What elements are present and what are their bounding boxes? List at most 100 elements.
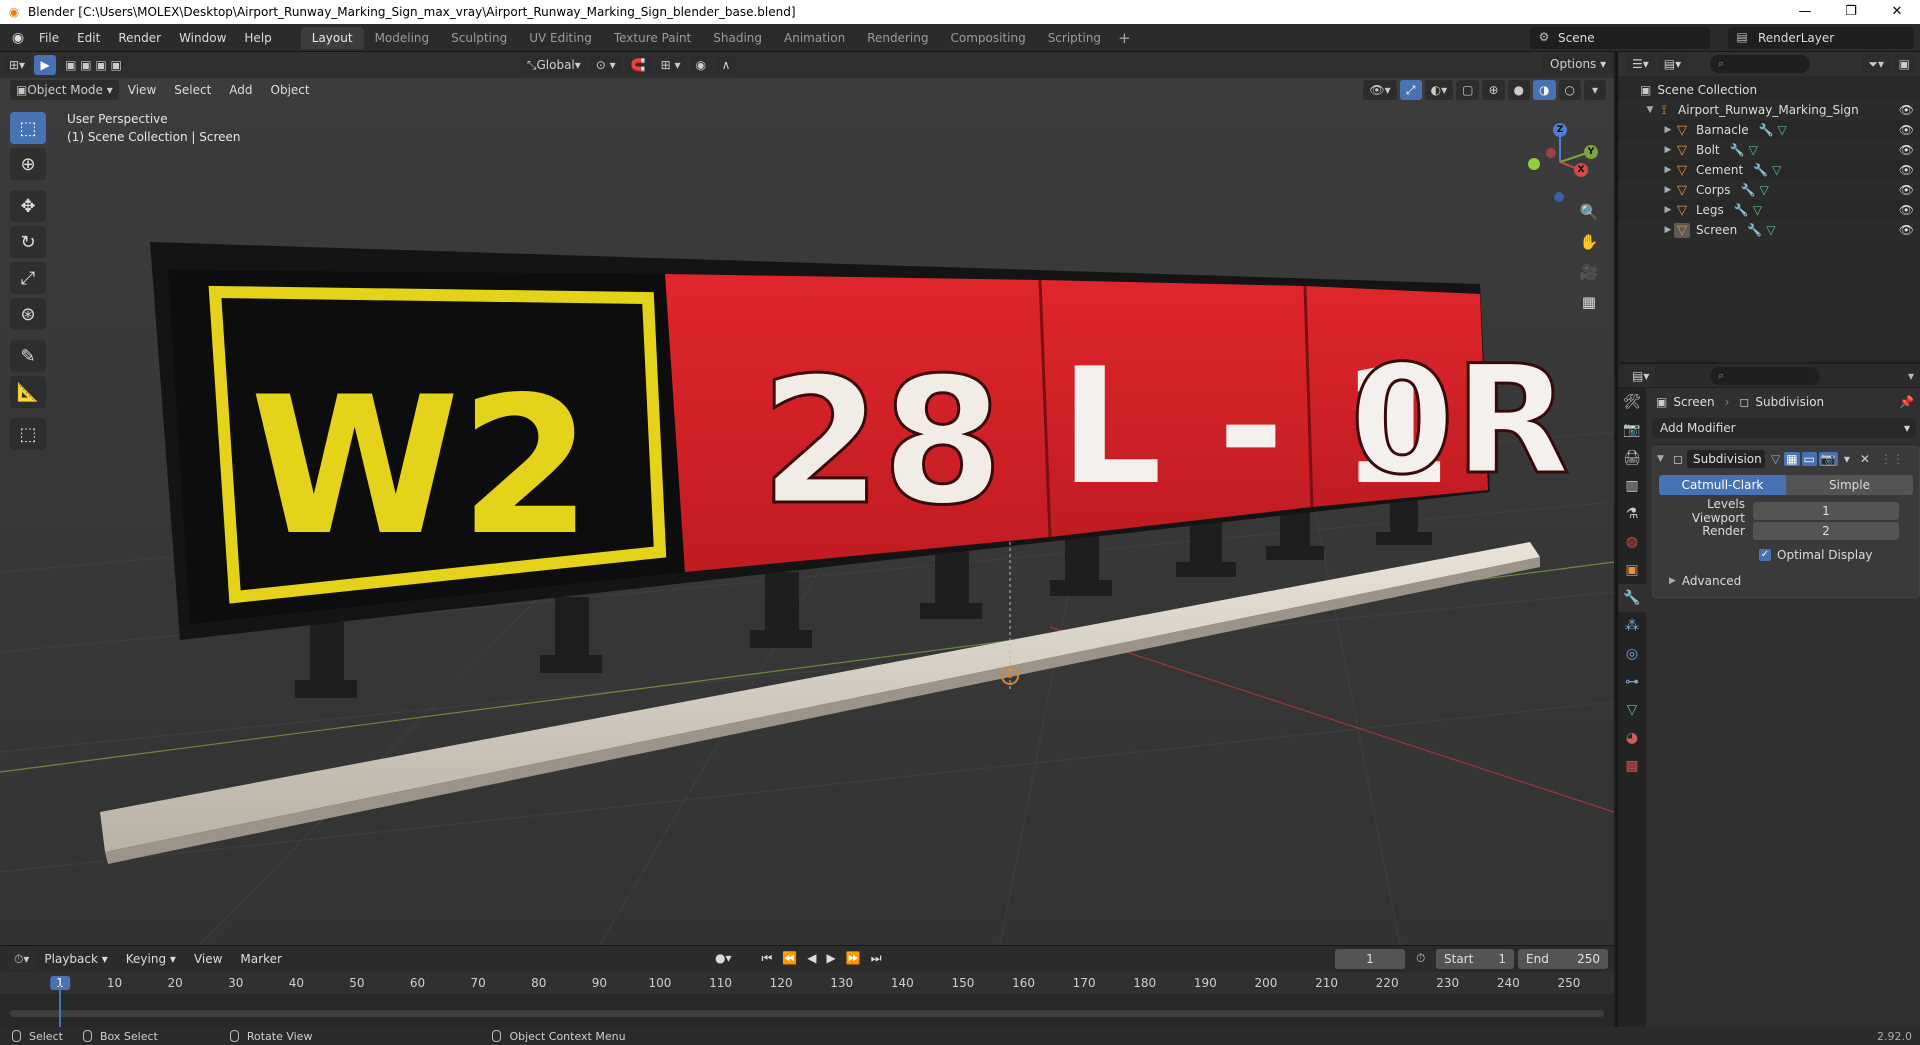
- timeline-menu-playback[interactable]: Playback ▾: [35, 952, 116, 966]
- jump-end-icon[interactable]: ⏭: [871, 951, 882, 966]
- constraints-properties-icon[interactable]: ⊶: [1618, 668, 1646, 696]
- material-shading-button[interactable]: ◑: [1533, 80, 1556, 100]
- modifier-wrench-icon[interactable]: 🔧: [1741, 183, 1756, 197]
- xray-toggle[interactable]: ▢: [1456, 80, 1480, 100]
- scene-name[interactable]: Scene: [1558, 31, 1595, 45]
- simple-button[interactable]: Simple: [1786, 475, 1913, 495]
- render-levels-field[interactable]: 2: [1753, 522, 1899, 540]
- advanced-subpanel-header[interactable]: ▶ Advanced: [1659, 571, 1913, 591]
- viewport-menu-view[interactable]: View: [119, 83, 165, 97]
- play-reverse-icon[interactable]: ◀: [807, 951, 816, 966]
- visibility-dropdown[interactable]: 👁▾: [1363, 80, 1397, 100]
- tab-compositing[interactable]: Compositing: [939, 27, 1036, 49]
- options-dropdown[interactable]: Options ▾: [1542, 54, 1614, 74]
- select-box-modes[interactable]: ▣ ▣ ▣ ▣: [59, 55, 128, 75]
- viewport-menu-object[interactable]: Object: [262, 83, 319, 97]
- particles-properties-icon[interactable]: ⁂: [1618, 612, 1646, 640]
- new-collection-icon[interactable]: ▣: [1892, 54, 1916, 74]
- outliner-row-screen[interactable]: ▶ ▽ Screen 🔧 ▽ 👁: [1618, 220, 1920, 240]
- edit-mode-toggle-icon[interactable]: ▽: [1771, 452, 1780, 466]
- outliner-row-legs[interactable]: ▶ ▽ Legs 🔧 ▽ 👁: [1618, 200, 1920, 220]
- viewport-menu-add[interactable]: Add: [220, 83, 261, 97]
- outliner-row-corps[interactable]: ▶ ▽ Corps 🔧 ▽ 👁: [1618, 180, 1920, 200]
- add-workspace-button[interactable]: +: [1112, 27, 1137, 49]
- render-layer-selector[interactable]: ▤ RenderLayer: [1728, 27, 1914, 49]
- modifier-wrench-icon[interactable]: 🔧: [1759, 123, 1774, 137]
- expand-triangle-icon[interactable]: ▶: [1662, 125, 1674, 135]
- pin-icon[interactable]: 📌: [1899, 395, 1914, 409]
- collapse-triangle-icon[interactable]: ▼: [1644, 105, 1656, 115]
- remove-modifier-icon[interactable]: ✕: [1860, 452, 1870, 466]
- expand-triangle-icon[interactable]: ▶: [1662, 205, 1674, 215]
- world-properties-icon[interactable]: ◍: [1618, 528, 1646, 556]
- jump-start-icon[interactable]: ⏮: [762, 951, 773, 966]
- visibility-eye-icon[interactable]: 👁: [1899, 203, 1914, 217]
- mesh-data-icon[interactable]: ▽: [1749, 143, 1758, 157]
- optimal-display-checkbox[interactable]: ✓: [1759, 549, 1771, 561]
- outliner-editor-type-button[interactable]: ☰▾: [1626, 54, 1655, 74]
- tab-layout[interactable]: Layout: [300, 26, 364, 49]
- tab-shading[interactable]: Shading: [702, 27, 773, 49]
- select-mode-button[interactable]: ▶: [34, 55, 57, 75]
- outliner-row-barnacle[interactable]: ▶ ▽ Barnacle 🔧 ▽ 👁: [1618, 120, 1920, 140]
- expand-triangle-icon[interactable]: ▶: [1662, 165, 1674, 175]
- maximize-button[interactable]: ❐: [1828, 0, 1874, 24]
- add-modifier-dropdown[interactable]: Add Modifier ▾: [1652, 418, 1916, 438]
- object-properties-icon[interactable]: ▣: [1618, 556, 1646, 584]
- scene-selector[interactable]: ⚙ Scene: [1530, 27, 1710, 49]
- gizmo-z-axis[interactable]: Z: [1553, 123, 1567, 137]
- scene-properties-icon[interactable]: ⚗: [1618, 500, 1646, 528]
- playhead[interactable]: [59, 986, 61, 1028]
- viewport-menu-select[interactable]: Select: [165, 83, 220, 97]
- visibility-eye-icon[interactable]: 👁: [1899, 223, 1914, 237]
- menu-file[interactable]: File: [30, 24, 68, 52]
- annotate-tool-icon[interactable]: ✎: [10, 340, 46, 372]
- on-cage-toggle-icon[interactable]: ▦: [1784, 452, 1800, 466]
- falloff-dropdown[interactable]: ∧: [715, 55, 738, 75]
- material-properties-icon[interactable]: ◕: [1618, 724, 1646, 752]
- select-box-tool-icon[interactable]: ⬚: [10, 112, 46, 144]
- timeline-editor-type-button[interactable]: ⏱▾: [8, 949, 36, 969]
- tab-uv-editing[interactable]: UV Editing: [518, 27, 603, 49]
- modifier-menu-icon[interactable]: ▾: [1844, 452, 1850, 466]
- navigation-gizmo[interactable]: Z Y X: [1520, 112, 1600, 202]
- menu-render[interactable]: Render: [109, 24, 170, 52]
- shading-options-dropdown[interactable]: ▾: [1584, 80, 1606, 100]
- pan-hand-icon[interactable]: ✋: [1575, 228, 1603, 256]
- expand-triangle-icon[interactable]: ▶: [1662, 225, 1674, 235]
- zoom-icon[interactable]: 🔍: [1575, 198, 1603, 226]
- snap-settings-dropdown[interactable]: ⊞ ▾: [654, 55, 687, 75]
- tab-scripting[interactable]: Scripting: [1037, 27, 1112, 49]
- gizmo-toggle[interactable]: ⤢: [1399, 80, 1422, 100]
- gizmo-neg-y[interactable]: [1528, 158, 1540, 170]
- pivot-point-dropdown[interactable]: ⊙ ▾: [589, 55, 622, 75]
- tab-modeling[interactable]: Modeling: [364, 27, 441, 49]
- outliner-row-bolt[interactable]: ▶ ▽ Bolt 🔧 ▽ 👁: [1618, 140, 1920, 160]
- filter-icon[interactable]: ⏷▾: [1862, 54, 1890, 74]
- tab-rendering[interactable]: Rendering: [856, 27, 939, 49]
- modifier-wrench-icon[interactable]: 🔧: [1747, 223, 1762, 237]
- mesh-data-icon[interactable]: ▽: [1759, 183, 1768, 197]
- physics-properties-icon[interactable]: ◎: [1618, 640, 1646, 668]
- properties-search-input[interactable]: ⌕: [1710, 367, 1820, 385]
- menu-edit[interactable]: Edit: [68, 24, 109, 52]
- modifier-wrench-icon[interactable]: 🔧: [1753, 163, 1768, 177]
- ortho-grid-icon[interactable]: ▦: [1575, 288, 1603, 316]
- collapse-triangle-icon[interactable]: ▼: [1657, 454, 1669, 464]
- visibility-eye-icon[interactable]: 👁: [1899, 163, 1914, 177]
- expand-triangle-icon[interactable]: ▶: [1662, 185, 1674, 195]
- camera-view-icon[interactable]: 🎥: [1575, 258, 1603, 286]
- measure-tool-icon[interactable]: 📐: [10, 376, 46, 408]
- data-properties-icon[interactable]: ▽: [1618, 696, 1646, 724]
- blender-menu-icon[interactable]: ◉: [6, 30, 30, 46]
- end-frame-field[interactable]: End 250: [1518, 949, 1608, 969]
- catmull-clark-button[interactable]: Catmull-Clark: [1659, 475, 1786, 495]
- visibility-eye-icon[interactable]: 👁: [1899, 143, 1914, 157]
- cursor-tool-icon[interactable]: ⊕: [10, 148, 46, 180]
- display-mode-dropdown[interactable]: ▤▾: [1657, 54, 1688, 74]
- solid-shading-button[interactable]: ●: [1507, 80, 1531, 100]
- gizmo-x-axis[interactable]: X: [1574, 163, 1588, 177]
- minimize-button[interactable]: —: [1782, 0, 1828, 24]
- levels-viewport-field[interactable]: 1: [1753, 502, 1899, 520]
- gizmo-neg-z[interactable]: [1554, 192, 1564, 202]
